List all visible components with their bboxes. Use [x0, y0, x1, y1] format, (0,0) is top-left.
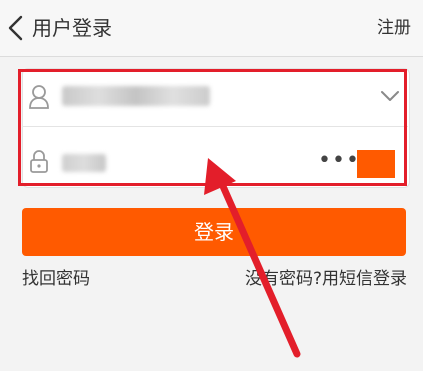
back-button[interactable] — [4, 14, 28, 42]
user-icon — [28, 84, 50, 110]
username-input[interactable] — [62, 86, 210, 106]
password-input[interactable] — [62, 154, 106, 172]
form-divider — [22, 126, 408, 127]
show-password-toggle[interactable] — [357, 150, 395, 178]
lock-icon — [28, 150, 50, 174]
register-link[interactable]: 注册 — [377, 17, 411, 39]
header-bar: 用户登录 注册 — [0, 0, 423, 57]
account-dropdown-button[interactable] — [380, 88, 400, 102]
chevron-left-icon — [8, 15, 23, 41]
login-button[interactable]: 登录 — [22, 208, 406, 256]
sms-login-link[interactable]: 没有密码?用短信登录 — [245, 268, 407, 290]
forgot-password-link[interactable]: 找回密码 — [22, 268, 90, 290]
page-title: 用户登录 — [32, 16, 112, 40]
password-mask: ••• — [318, 148, 360, 173]
chevron-down-icon — [381, 91, 399, 101]
